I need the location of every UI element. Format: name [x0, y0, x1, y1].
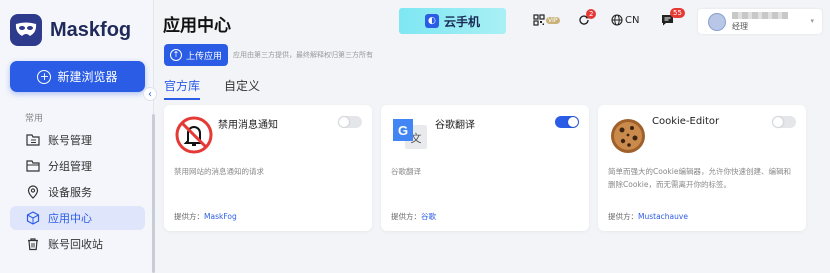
svg-text:G: G — [398, 123, 408, 138]
app-toggle[interactable] — [555, 116, 579, 128]
banner-label: 云手机 — [443, 14, 480, 29]
app-card: Cookie-Editor 简单而强大的Cookie编辑器，允许你快速创建、编辑… — [598, 105, 806, 231]
new-browser-label: 新建浏览器 — [57, 70, 118, 84]
chevron-left-icon: ‹ — [148, 88, 152, 100]
app-name: Cookie-Editor — [652, 116, 720, 127]
folder-list-icon — [26, 134, 40, 146]
mask-logo-icon — [10, 14, 42, 46]
sidebar-item-devices[interactable]: 设备服务 — [10, 180, 145, 204]
vip-qr-button[interactable]: VIP — [533, 12, 560, 28]
user-role: 经理 — [732, 22, 748, 31]
new-browser-button[interactable]: + 新建浏览器 — [10, 61, 145, 92]
third-party-hint: 应用由第三方提供，最终解释权归第三方所有 — [233, 51, 373, 59]
user-menu[interactable]: 经理 ▾ — [698, 9, 822, 34]
app-description: 禁用网站的消息通知的请求 — [174, 167, 264, 176]
app-toggle[interactable] — [772, 116, 796, 128]
app-card: 禁用消息通知 禁用网站的消息通知的请求 提供方：MaskFog — [164, 105, 372, 231]
tab-bar: 官方库 自定义 — [164, 77, 284, 100]
provider-link[interactable]: Mustachauve — [638, 212, 688, 221]
location-pin-icon — [27, 185, 39, 199]
upload-app-button[interactable]: ↑ 上传应用 — [164, 44, 228, 66]
qr-code-icon — [533, 14, 545, 26]
chevron-down-icon: ▾ — [810, 17, 814, 25]
globe-icon — [611, 14, 623, 26]
tab-custom[interactable]: 自定义 — [224, 77, 260, 100]
plus-circle-icon: + — [37, 69, 52, 84]
messages-button[interactable]: 55 — [661, 8, 685, 28]
language-label: CN — [625, 14, 640, 26]
app-description: 简单而强大的Cookie编辑器，允许你快速创建、编辑和删除Cookie，而无需离… — [608, 167, 791, 189]
sidebar-item-label: 应用中心 — [48, 212, 92, 225]
app-provider: 提供方：MaskFog — [174, 212, 237, 221]
google-translate-icon: 文 G — [393, 119, 427, 149]
sidebar-item-recycle-bin[interactable]: 账号回收站 — [10, 232, 145, 256]
cloud-phone-icon: ◐ — [424, 14, 439, 28]
notification-button[interactable]: 2 — [578, 9, 597, 28]
sidebar-item-label: 账号管理 — [48, 134, 92, 147]
sidebar-item-label: 账号回收站 — [48, 238, 103, 251]
username-redacted — [732, 12, 788, 19]
cookie-icon — [611, 119, 645, 153]
provider-link[interactable]: MaskFog — [204, 212, 237, 221]
vip-badge: VIP — [546, 16, 560, 24]
section-label: 常用 — [25, 114, 44, 124]
upload-icon: ↑ — [169, 49, 182, 61]
app-name: 谷歌翻译 — [435, 120, 475, 131]
sidebar-item-accounts[interactable]: 账号管理 — [10, 128, 145, 152]
sidebar-item-label: 设备服务 — [48, 186, 92, 199]
collapse-sidebar-button[interactable]: ‹ — [143, 87, 157, 101]
app-provider: 提供方：Mustachauve — [608, 212, 688, 221]
sidebar-item-label: 分组管理 — [48, 160, 92, 173]
upload-label: 上传应用 — [185, 51, 222, 62]
cloud-phone-banner[interactable]: ◐ 云手机 — [399, 8, 506, 34]
notification-count-badge: 2 — [586, 9, 597, 19]
language-switcher[interactable]: CN — [611, 12, 639, 28]
sidebar-scrollbar[interactable] — [152, 114, 155, 273]
app-provider: 提供方：谷歌 — [391, 212, 436, 221]
app-card: 文 G 谷歌翻译 谷歌翻译 提供方：谷歌 — [381, 105, 589, 231]
app-description: 谷歌翻译 — [391, 167, 421, 176]
app-name: Maskfog — [50, 18, 132, 41]
sidebar-item-groups[interactable]: 分组管理 — [10, 154, 145, 178]
cube-icon — [26, 211, 40, 225]
avatar — [708, 12, 726, 31]
app-toggle[interactable] — [338, 116, 362, 128]
bell-off-icon — [175, 116, 213, 154]
trash-icon — [28, 238, 38, 251]
page-title: 应用中心 — [163, 16, 231, 36]
tab-official[interactable]: 官方库 — [164, 77, 201, 100]
folder-open-icon — [26, 160, 40, 172]
app-name: 禁用消息通知 — [218, 120, 278, 131]
sidebar: Maskfog + 新建浏览器 ‹ 常用 账号管理 分组管理 设备服务 应用中心… — [0, 0, 157, 273]
logo[interactable]: Maskfog — [10, 14, 131, 46]
messages-count-badge: 55 — [670, 8, 685, 18]
sidebar-item-app-center[interactable]: 应用中心 — [10, 206, 145, 230]
provider-link[interactable]: 谷歌 — [421, 212, 436, 221]
